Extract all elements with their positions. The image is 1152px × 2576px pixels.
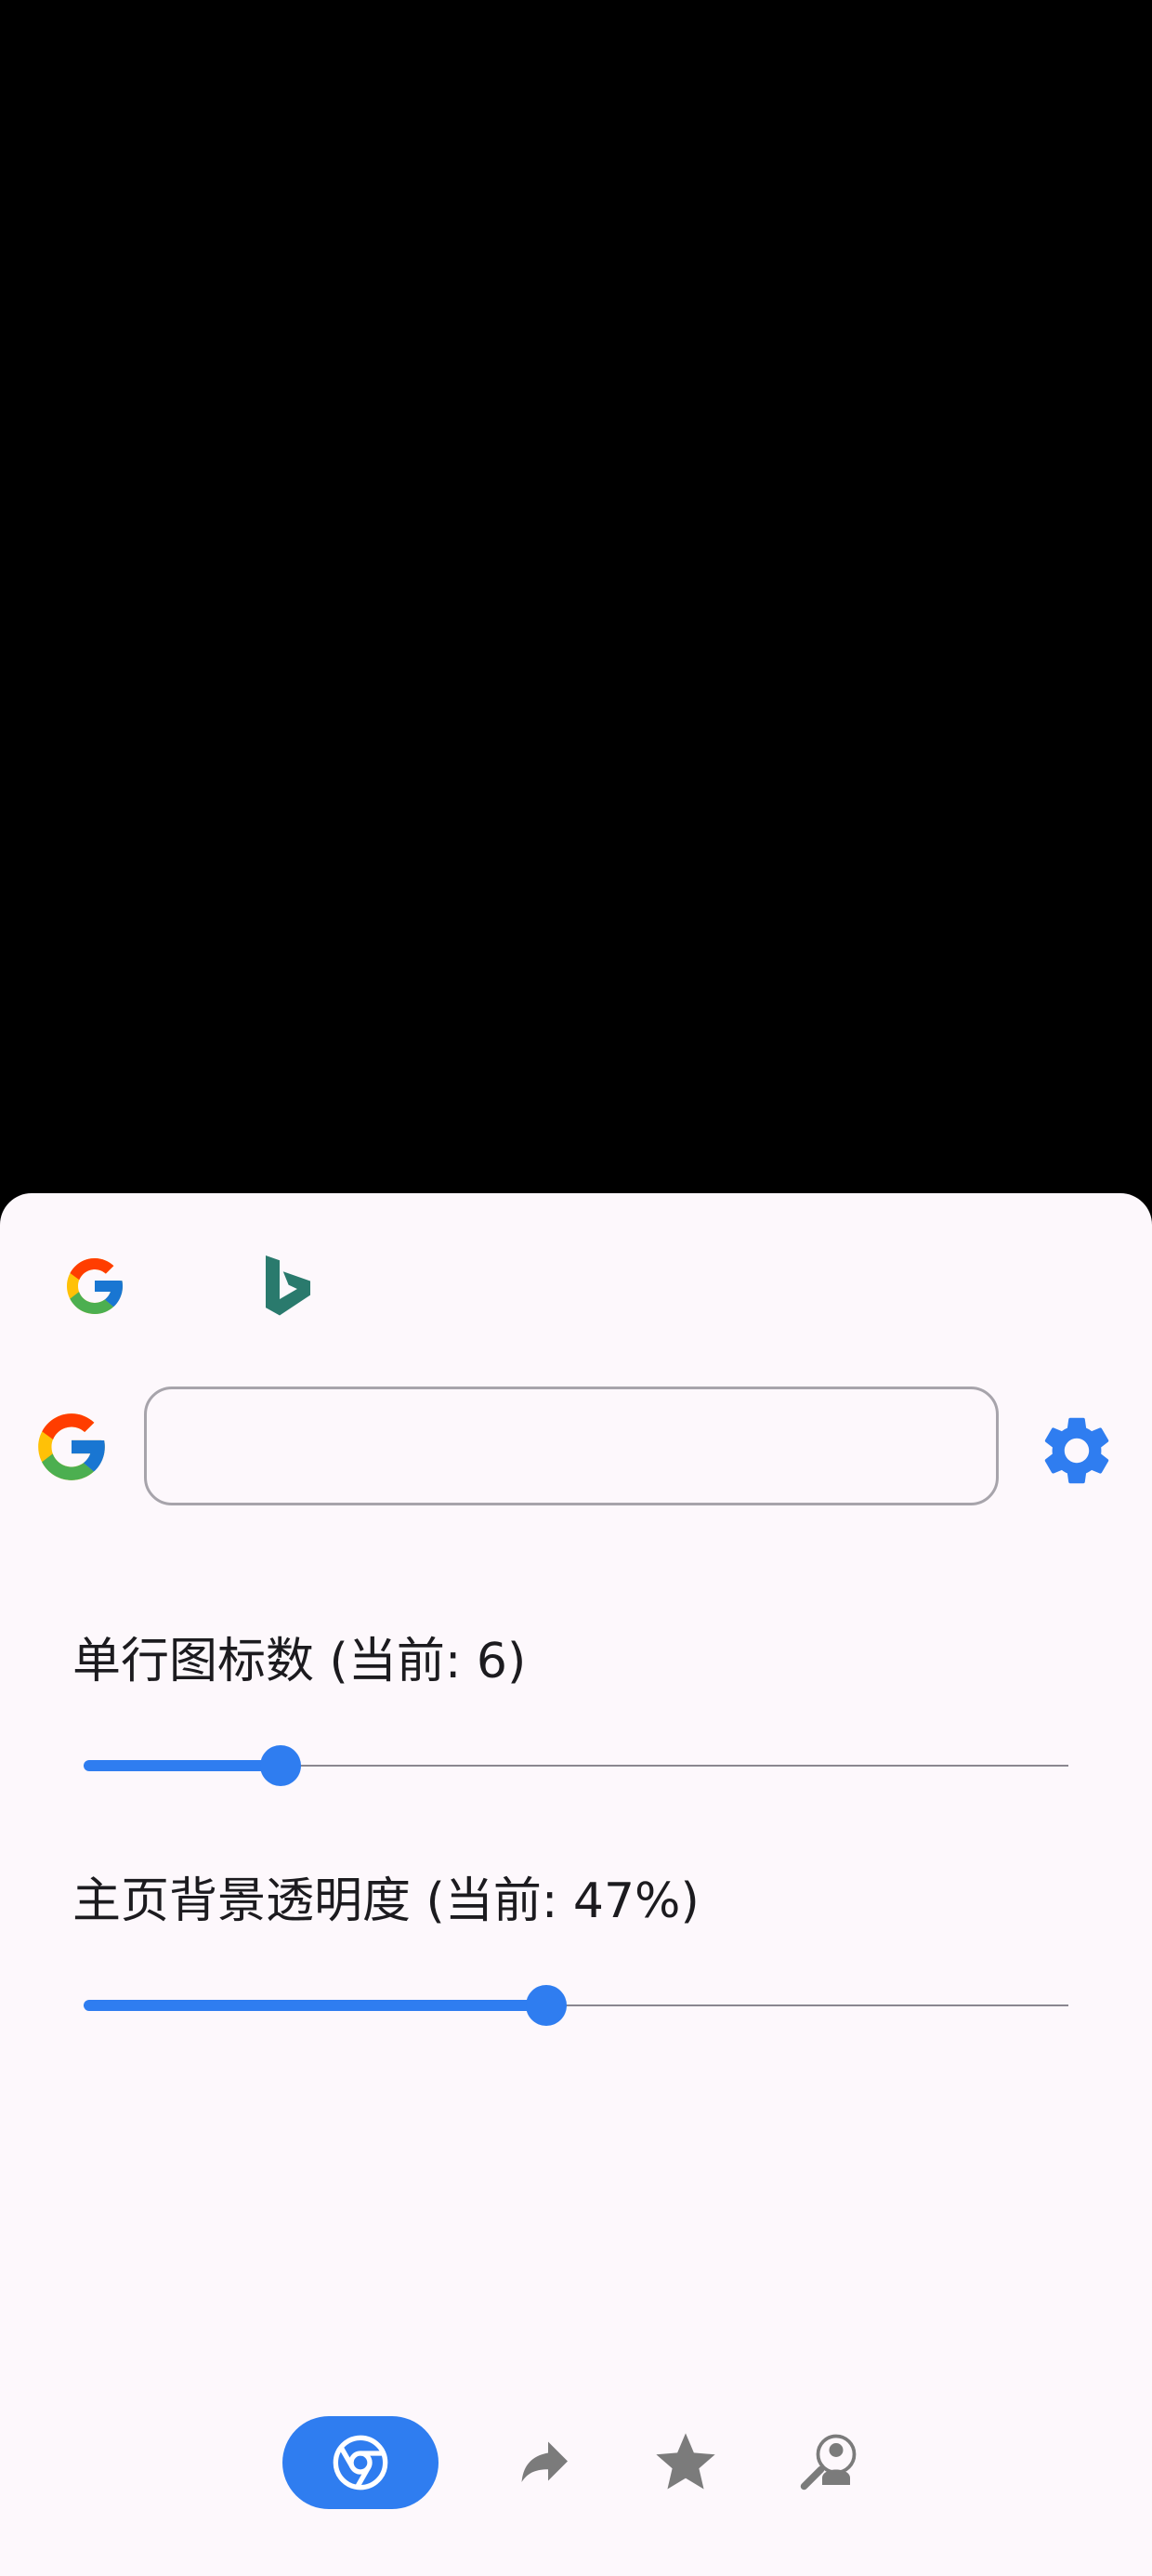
slider-fill: [84, 2000, 547, 2011]
search-engine-logo[interactable]: [32, 1407, 111, 1487]
background-opacity-label: 主页背景透明度 (当前: 47%): [72, 1873, 700, 1929]
scrim-backdrop[interactable]: [0, 0, 1152, 1193]
slider-thumb[interactable]: [526, 1985, 568, 2026]
settings-button[interactable]: [1033, 1407, 1120, 1494]
icons-per-row-label: 单行图标数 (当前: 6): [72, 1634, 527, 1689]
engine-tab-google[interactable]: [58, 1249, 132, 1323]
bing-icon: [266, 1255, 310, 1316]
engine-tab-bing[interactable]: [251, 1249, 325, 1323]
icons-per-row-slider[interactable]: [84, 1738, 1068, 1794]
chrome-icon: [333, 2435, 388, 2491]
google-icon: [38, 1413, 105, 1480]
share-forward-icon: [521, 2441, 568, 2482]
background-opacity-slider[interactable]: [84, 1978, 1068, 2033]
nav-favorites-button[interactable]: [641, 2416, 730, 2509]
slider-thumb[interactable]: [260, 1745, 301, 1786]
nav-share-button[interactable]: [498, 2416, 587, 2509]
bottom-sheet: 单行图标数 (当前: 6) 主页背景透明度 (当前: 47%): [0, 1193, 1152, 2576]
search-input[interactable]: [144, 1387, 999, 1505]
nav-browser-button[interactable]: [282, 2416, 439, 2509]
star-icon: [656, 2433, 715, 2490]
nav-search-user-button[interactable]: [786, 2416, 875, 2509]
bottom-navigation: [0, 2416, 1152, 2509]
slider-fill: [84, 1760, 281, 1771]
search-person-icon: [800, 2434, 857, 2491]
gear-icon: [1044, 1417, 1109, 1484]
google-icon: [67, 1258, 123, 1314]
